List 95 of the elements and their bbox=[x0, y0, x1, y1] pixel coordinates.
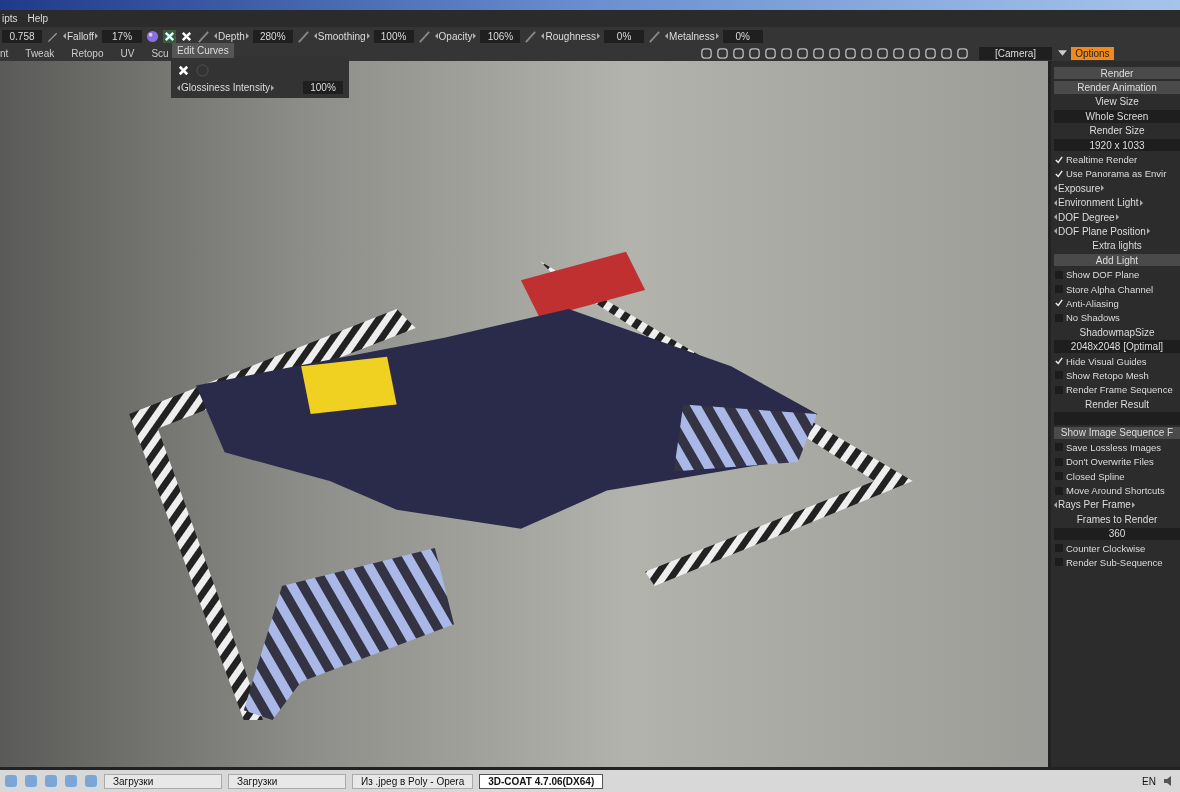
options-tab[interactable]: Options bbox=[1071, 46, 1114, 60]
viewport-tool-icon[interactable] bbox=[748, 46, 761, 60]
value-field[interactable]: 100% bbox=[373, 29, 414, 43]
taskbar-button[interactable]: Загрузки bbox=[228, 773, 346, 789]
cross-icon[interactable] bbox=[163, 29, 177, 43]
cross-icon[interactable] bbox=[180, 29, 194, 43]
pen-icon[interactable] bbox=[296, 29, 310, 43]
section-label: Extra lights bbox=[1091, 239, 1143, 254]
parameter-label[interactable]: Metalness bbox=[665, 30, 719, 42]
room-tab[interactable]: Tweak bbox=[25, 47, 55, 59]
language-indicator[interactable]: EN bbox=[1142, 775, 1156, 787]
pen-icon[interactable] bbox=[197, 29, 211, 43]
tooltip: Edit Curves bbox=[172, 43, 234, 58]
parameter-label[interactable]: Roughness bbox=[541, 30, 601, 42]
viewport-tool-icon[interactable] bbox=[812, 46, 825, 60]
parameter-label[interactable]: Opacity bbox=[434, 30, 477, 42]
checkbox-label[interactable]: Use Panorama as Envir bbox=[1066, 168, 1167, 180]
viewport-tool-icon[interactable] bbox=[780, 46, 793, 60]
menu-item[interactable]: ipts bbox=[2, 13, 18, 24]
viewport-tool-icon[interactable] bbox=[764, 46, 777, 60]
panel-button[interactable]: Show Image Sequence F bbox=[1054, 426, 1180, 440]
checkbox-label[interactable]: Render Sub-Sequence bbox=[1066, 556, 1163, 568]
parameter-label[interactable]: Environment Light bbox=[1054, 197, 1143, 209]
parameter-label[interactable]: DOF Degree bbox=[1054, 211, 1119, 223]
value-field[interactable]: 2048x2048 [Optimal] bbox=[1054, 340, 1180, 353]
checkbox-label[interactable]: Move Around Shortcuts bbox=[1066, 485, 1165, 496]
value-field[interactable]: 0% bbox=[604, 29, 645, 43]
room-tab[interactable]: Scu bbox=[151, 47, 169, 59]
viewport-tool-icon[interactable] bbox=[732, 46, 745, 60]
section-label: Render Size bbox=[1088, 124, 1146, 138]
checkbox-label[interactable]: Show Retopo Mesh bbox=[1066, 369, 1149, 381]
camera-dropdown[interactable]: [Camera] bbox=[979, 46, 1053, 60]
checkbox-label[interactable]: Anti-Aliasing bbox=[1066, 297, 1119, 309]
checkbox-label[interactable]: No Shadows bbox=[1066, 312, 1120, 324]
viewport-tool-icon[interactable] bbox=[796, 46, 809, 60]
viewport-tool-icon[interactable] bbox=[876, 46, 889, 60]
taskbar-button[interactable]: 3D-COAT 4.7.06(DX64) bbox=[479, 773, 604, 789]
checkbox-label[interactable]: Counter Clockwise bbox=[1066, 542, 1146, 554]
checkbox[interactable] bbox=[1055, 357, 1063, 365]
caret-icon[interactable] bbox=[1058, 50, 1068, 56]
section-label: View Size bbox=[1094, 95, 1140, 110]
parameter-label[interactable]: Rays Per Frame bbox=[1054, 499, 1135, 511]
checkbox[interactable] bbox=[1055, 169, 1063, 178]
checkbox-label[interactable]: Hide Visual Guides bbox=[1066, 355, 1147, 367]
parameter-label[interactable]: DOF Plane Position bbox=[1054, 226, 1150, 237]
value-field[interactable]: 0.758 bbox=[2, 29, 42, 43]
room-tab[interactable]: Retopo bbox=[71, 47, 104, 59]
pen-icon[interactable] bbox=[648, 29, 662, 43]
value-field[interactable]: 100% bbox=[303, 81, 343, 94]
menu-item[interactable]: Help bbox=[27, 13, 49, 24]
parameter-label[interactable]: Smoothing bbox=[313, 30, 370, 42]
value-field[interactable]: Whole Screen bbox=[1054, 110, 1180, 123]
panel-button[interactable]: Render Animation bbox=[1054, 81, 1180, 94]
checkbox-label[interactable]: Show DOF Plane bbox=[1066, 269, 1140, 281]
value-field[interactable]: 106% bbox=[480, 29, 521, 43]
panel-button[interactable]: Render bbox=[1054, 67, 1180, 80]
viewport-tool-icon[interactable] bbox=[716, 46, 729, 60]
sphere-icon[interactable] bbox=[146, 29, 160, 43]
viewport-tool-icon[interactable] bbox=[892, 46, 905, 60]
checkbox[interactable] bbox=[1055, 155, 1063, 164]
checkbox[interactable] bbox=[1055, 299, 1063, 308]
value-field[interactable]: 360 bbox=[1054, 527, 1180, 540]
checkbox-label[interactable]: Store Alpha Channel bbox=[1066, 283, 1154, 295]
viewport-tool-icon[interactable] bbox=[860, 46, 873, 60]
checkbox-label[interactable]: Closed Spline bbox=[1066, 470, 1125, 482]
value-field[interactable]: 1920 x 1033 bbox=[1054, 138, 1180, 152]
cross-icon[interactable] bbox=[177, 64, 190, 77]
taskbar-button[interactable]: Загрузки bbox=[104, 773, 222, 789]
value-field[interactable]: 0% bbox=[722, 29, 763, 43]
room-tab[interactable]: UV bbox=[120, 47, 135, 59]
parameter-label[interactable]: Exposure bbox=[1054, 182, 1105, 194]
viewport-tool-icon[interactable] bbox=[940, 46, 953, 60]
section-label: ShadowmapSize bbox=[1078, 325, 1156, 340]
viewport-tool-icon[interactable] bbox=[844, 46, 857, 60]
value-field[interactable]: 280% bbox=[252, 29, 293, 43]
value-field[interactable]: 17% bbox=[102, 29, 143, 43]
section-label: Frames to Render bbox=[1075, 512, 1159, 527]
parameter-label[interactable]: Glossiness Intensity bbox=[177, 81, 274, 94]
parameter-label[interactable]: Falloff bbox=[63, 30, 99, 42]
checkbox-label[interactable]: Realtime Render bbox=[1066, 154, 1138, 166]
checkbox-label[interactable]: Render Frame Sequence bbox=[1066, 384, 1173, 396]
viewport-tool-icon[interactable] bbox=[956, 46, 969, 60]
pen-icon[interactable] bbox=[417, 29, 431, 43]
checkbox-label[interactable]: Don't Overwrite Files bbox=[1066, 456, 1154, 468]
viewport-tool-icon[interactable] bbox=[924, 46, 937, 60]
viewport-tool-icon[interactable] bbox=[908, 46, 921, 60]
taskbar-button[interactable]: Из .jpeg в Poly - Opera bbox=[352, 773, 474, 789]
viewport-tool-icon[interactable] bbox=[828, 46, 841, 60]
room-tab[interactable]: nt bbox=[0, 47, 9, 59]
section-label: Render Result bbox=[1084, 397, 1150, 412]
parameter-label[interactable]: Depth bbox=[214, 30, 249, 42]
viewport-tool-icon[interactable] bbox=[700, 46, 713, 60]
pen-icon[interactable] bbox=[524, 29, 538, 43]
checkbox-label[interactable]: Save Lossless Images bbox=[1066, 441, 1162, 453]
panel-button[interactable]: Add Light bbox=[1054, 254, 1180, 267]
